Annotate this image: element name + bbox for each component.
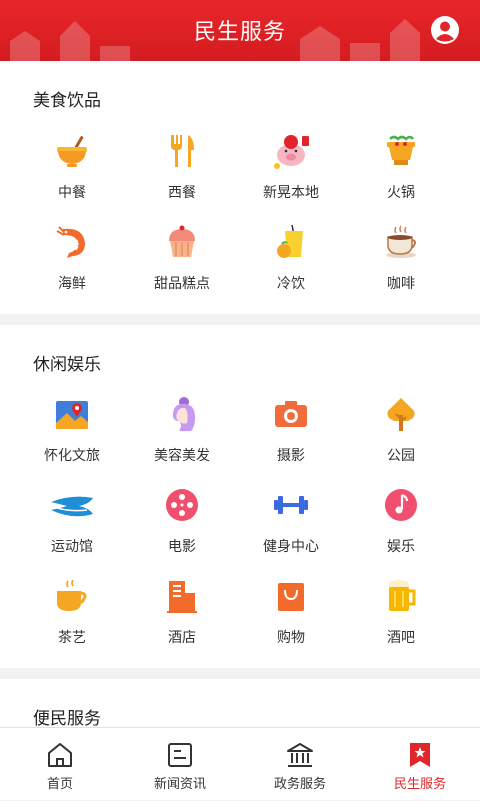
grid-item-label: 酒店 bbox=[168, 630, 196, 646]
coffee-icon bbox=[386, 225, 416, 258]
grid-item-movie[interactable]: 电影 bbox=[127, 486, 237, 556]
lucky-pig-icon bbox=[271, 130, 311, 170]
tab-government[interactable]: 政务服务 bbox=[240, 728, 360, 801]
grid-item-park[interactable]: 公园 bbox=[346, 395, 456, 465]
grid-item-bar[interactable]: 酒吧 bbox=[346, 577, 456, 647]
grid-item-xinhuang-local[interactable]: 新晃本地 bbox=[236, 130, 346, 202]
grid-item-label: 运动馆 bbox=[51, 539, 93, 555]
grid-item-dessert[interactable]: 甜品糕点 bbox=[127, 223, 237, 293]
grid-item-label: 摄影 bbox=[277, 448, 305, 464]
section-title: 休闲娱乐 bbox=[33, 355, 101, 375]
tab-news[interactable]: 新闻资讯 bbox=[120, 728, 240, 801]
grid-item-fitness[interactable]: 健身中心 bbox=[236, 486, 346, 556]
tree-icon bbox=[387, 398, 415, 431]
grid-item-tea-art[interactable]: 茶艺 bbox=[17, 577, 127, 647]
grid-item-label: 西餐 bbox=[168, 185, 196, 201]
grid-item-photography[interactable]: 摄影 bbox=[236, 395, 346, 465]
tab-label: 首页 bbox=[46, 777, 73, 792]
grid-item-seafood[interactable]: 海鲜 bbox=[17, 223, 127, 293]
grid-item-cold-drink[interactable]: 冷饮 bbox=[236, 223, 346, 293]
grid-item-label: 冷饮 bbox=[277, 276, 305, 292]
noodle-bowl-icon bbox=[57, 135, 87, 167]
section-title: 便民服务 bbox=[33, 709, 101, 727]
grid-item-label: 购物 bbox=[277, 630, 305, 646]
film-reel-icon bbox=[166, 489, 198, 521]
bookmark-star-icon bbox=[410, 743, 430, 767]
grid-item-label: 健身中心 bbox=[263, 539, 319, 555]
grid-item-label: 公园 bbox=[387, 448, 415, 464]
grid-item-entertainment[interactable]: 娱乐 bbox=[346, 486, 456, 556]
section-food: 美食饮品 中餐 西餐 新晃本地 火锅 海鲜 甜品糕点 冷饮 咖啡 bbox=[0, 61, 480, 314]
app-header: 民生服务 bbox=[0, 0, 480, 61]
grid-item-label: 娱乐 bbox=[387, 539, 415, 555]
hotel-building-icon bbox=[167, 581, 197, 613]
map-pin-icon bbox=[56, 401, 88, 429]
grid-item-label: 怀化文旅 bbox=[44, 448, 100, 464]
user-avatar-icon[interactable] bbox=[430, 15, 460, 45]
tea-cup-icon bbox=[57, 579, 87, 611]
stadium-icon bbox=[51, 496, 93, 517]
camera-icon bbox=[275, 401, 307, 427]
news-icon bbox=[168, 743, 192, 767]
grid-item-label: 新晃本地 bbox=[263, 185, 319, 201]
beer-mug-icon bbox=[389, 579, 416, 611]
shrimp-icon bbox=[56, 226, 85, 258]
service-content[interactable]: 美食饮品 中餐 西餐 新晃本地 火锅 海鲜 甜品糕点 冷饮 咖啡 休闲娱乐 怀化… bbox=[0, 61, 480, 727]
fork-knife-icon bbox=[171, 135, 194, 167]
grid-item-hotel[interactable]: 酒店 bbox=[127, 577, 237, 647]
grid-item-chinese-food[interactable]: 中餐 bbox=[17, 132, 127, 202]
government-building-icon bbox=[287, 743, 313, 767]
tab-label: 新闻资讯 bbox=[153, 777, 206, 792]
grid-item-label: 咖啡 bbox=[387, 276, 415, 292]
bottom-tab-bar: 首页 新闻资讯 政务服务 民生服务 bbox=[0, 727, 480, 800]
tab-label: 政务服务 bbox=[273, 777, 326, 792]
grid-item-huaihua-tourism[interactable]: 怀化文旅 bbox=[17, 395, 127, 465]
grid-item-coffee[interactable]: 咖啡 bbox=[346, 223, 456, 293]
cold-drink-icon bbox=[277, 224, 303, 258]
grid-item-label: 海鲜 bbox=[58, 276, 86, 292]
home-icon bbox=[48, 743, 72, 767]
section-leisure: 休闲娱乐 怀化文旅 美容美发 摄影 公园 运动馆 电影 健身中心 娱乐 茶艺 酒… bbox=[0, 325, 480, 668]
hotpot-icon bbox=[387, 135, 415, 165]
grid-item-beauty-salon[interactable]: 美容美发 bbox=[127, 395, 237, 465]
grid-item-label: 中餐 bbox=[58, 185, 86, 201]
grid-item-stadium[interactable]: 运动馆 bbox=[17, 486, 127, 556]
section-title: 美食饮品 bbox=[33, 91, 101, 111]
shopping-bag-icon bbox=[278, 583, 304, 611]
grid-item-western-food[interactable]: 西餐 bbox=[127, 132, 237, 202]
beauty-hair-icon bbox=[173, 397, 195, 431]
page-title: 民生服务 bbox=[193, 20, 286, 45]
grid-item-shopping[interactable]: 购物 bbox=[236, 577, 346, 647]
grid-item-label: 甜品糕点 bbox=[154, 276, 210, 292]
grid-item-label: 酒吧 bbox=[387, 630, 415, 646]
cupcake-icon bbox=[169, 225, 195, 257]
grid-item-label: 火锅 bbox=[387, 185, 415, 201]
dumbbell-icon bbox=[274, 496, 308, 514]
section-convenience: 便民服务 bbox=[0, 679, 480, 727]
grid-item-label: 电影 bbox=[168, 539, 196, 555]
grid-item-hotpot[interactable]: 火锅 bbox=[346, 132, 456, 202]
tab-home[interactable]: 首页 bbox=[0, 728, 120, 801]
grid-item-label: 美容美发 bbox=[154, 448, 210, 464]
tab-label: 民生服务 bbox=[393, 777, 446, 792]
tab-livelihood[interactable]: 民生服务 bbox=[360, 728, 480, 801]
music-note-icon bbox=[385, 489, 417, 521]
grid-item-label: 茶艺 bbox=[58, 630, 86, 646]
